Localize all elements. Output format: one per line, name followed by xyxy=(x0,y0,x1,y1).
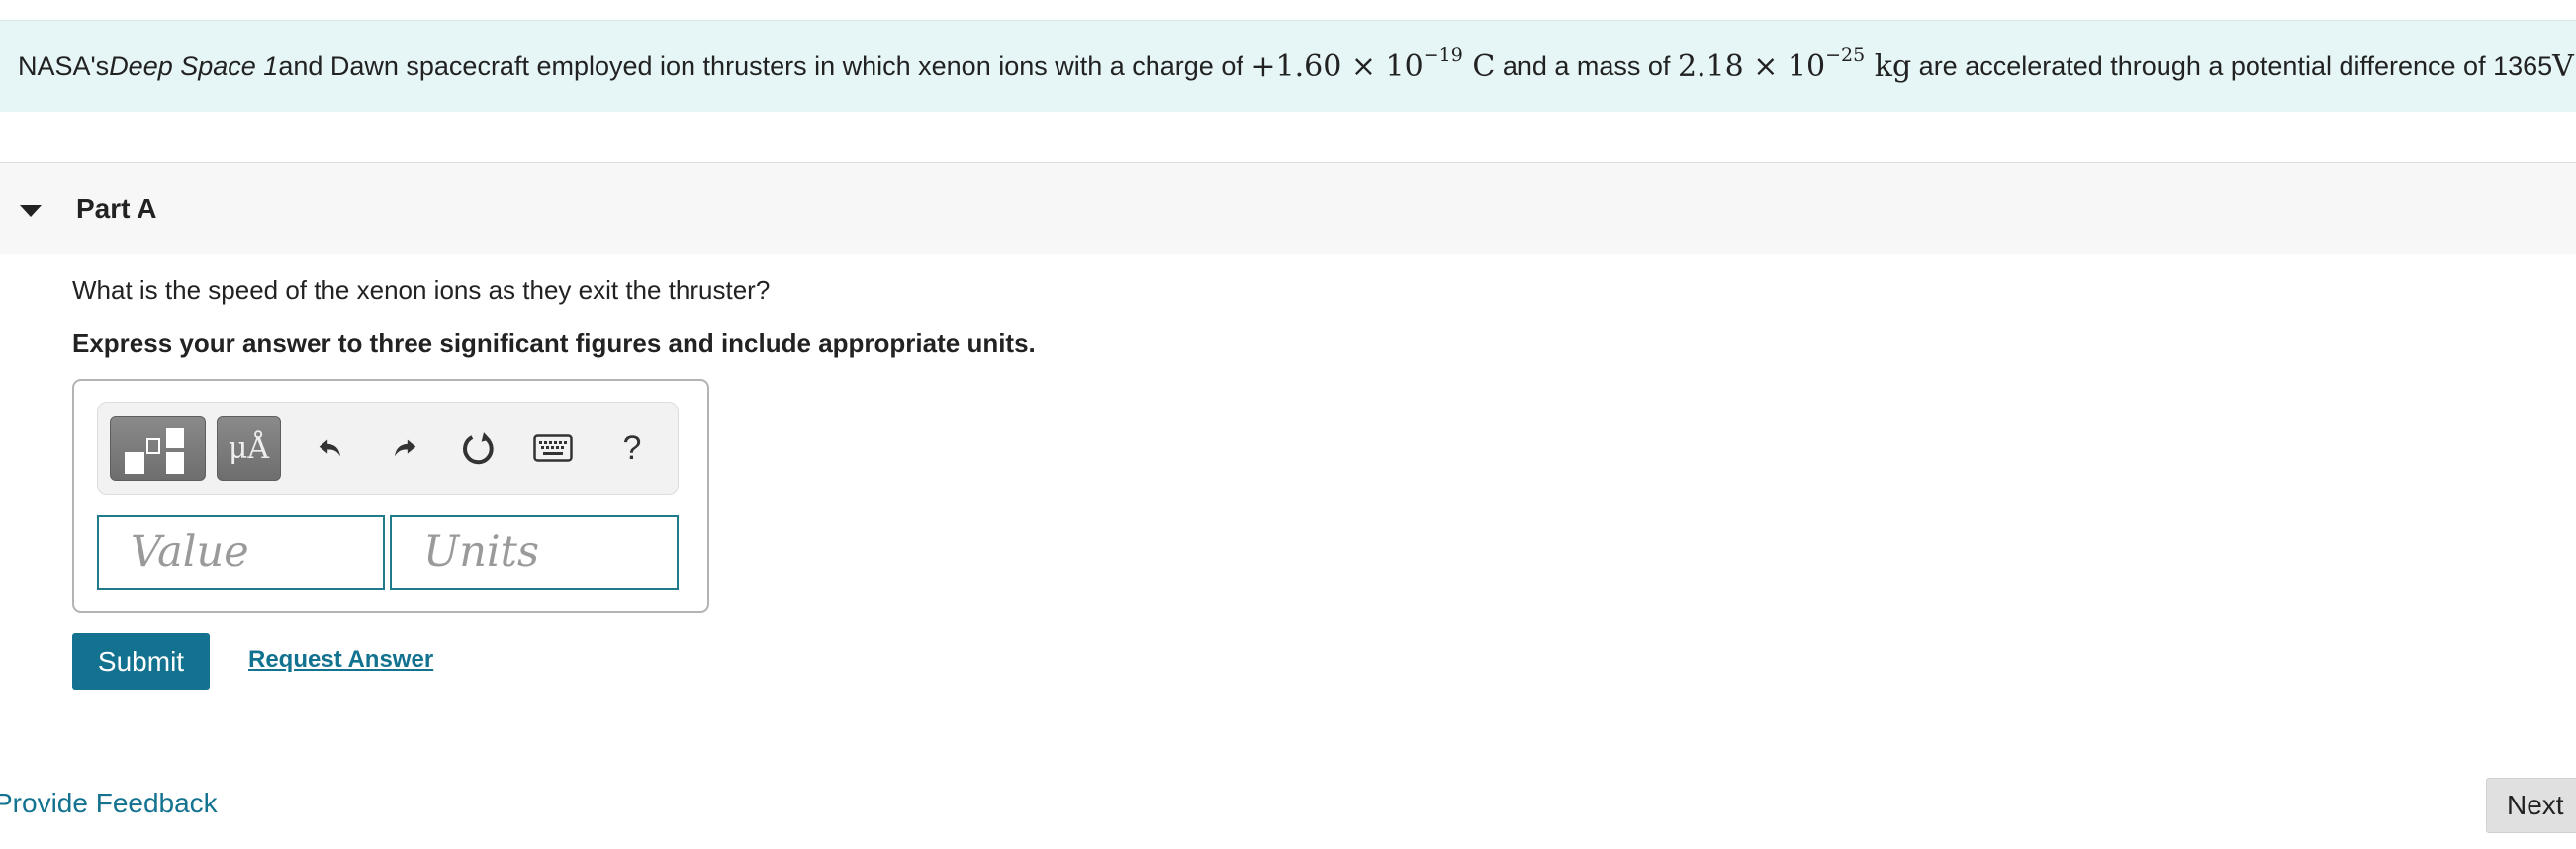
help-icon[interactable]: ? xyxy=(610,426,654,470)
problem-text-start: NASA's xyxy=(18,50,110,81)
part-title: Part A xyxy=(76,193,157,224)
units-input[interactable] xyxy=(390,515,679,590)
charge-unit: C xyxy=(1462,48,1496,84)
problem-text-mass: and a mass of xyxy=(1502,50,1671,81)
template-box-outline xyxy=(146,438,160,454)
templates-icon[interactable] xyxy=(110,416,206,481)
mass-value: 2.18 × 10−25 kg xyxy=(1677,46,1912,84)
problem-statement: NASA's Deep Space 1 and Dawn spacecraft … xyxy=(0,21,2576,112)
charge-exponent: −19 xyxy=(1423,44,1463,66)
mass-unit: kg xyxy=(1865,48,1912,84)
next-button[interactable]: Next xyxy=(2486,778,2576,833)
question-text: What is the speed of the xenon ions as t… xyxy=(72,275,771,305)
submit-button[interactable]: Submit xyxy=(72,633,210,690)
units-icon[interactable]: μÅ xyxy=(217,416,281,481)
provide-feedback-link[interactable]: Provide Feedback xyxy=(0,788,218,819)
undo-icon[interactable] xyxy=(309,426,352,470)
request-answer-link[interactable]: Request Answer xyxy=(248,646,433,674)
charge-value: +1.60 × 10−19 C xyxy=(1250,46,1496,84)
mass-exponent: −25 xyxy=(1825,44,1866,66)
caret-down-icon[interactable] xyxy=(20,205,42,217)
template-box-top xyxy=(166,428,184,448)
problem-text-charge: and Dawn spacecraft employed ion thruste… xyxy=(278,50,1243,81)
keyboard-icon[interactable] xyxy=(531,426,575,470)
charge-mantissa: +1.60 × 10 xyxy=(1250,48,1424,84)
units-label: μÅ xyxy=(228,430,270,466)
redo-icon[interactable] xyxy=(383,426,426,470)
reset-icon[interactable] xyxy=(457,426,501,470)
voltage-unit: V xyxy=(2552,48,2574,84)
part-a-header[interactable]: Part A xyxy=(0,163,2576,254)
mass-mantissa: 2.18 × 10 xyxy=(1677,48,1826,84)
answer-panel: μÅ ? xyxy=(72,379,709,613)
problem-italic-name: Deep Space 1 xyxy=(109,50,279,81)
math-toolbar: μÅ ? xyxy=(97,402,679,495)
help-label: ? xyxy=(622,428,642,467)
template-box-left xyxy=(125,452,144,474)
problem-text-voltage: are accelerated through a potential diff… xyxy=(1918,50,2553,81)
value-input[interactable] xyxy=(97,515,385,590)
instruction-text: Express your answer to three significant… xyxy=(72,329,1036,358)
template-box-right xyxy=(166,452,184,474)
